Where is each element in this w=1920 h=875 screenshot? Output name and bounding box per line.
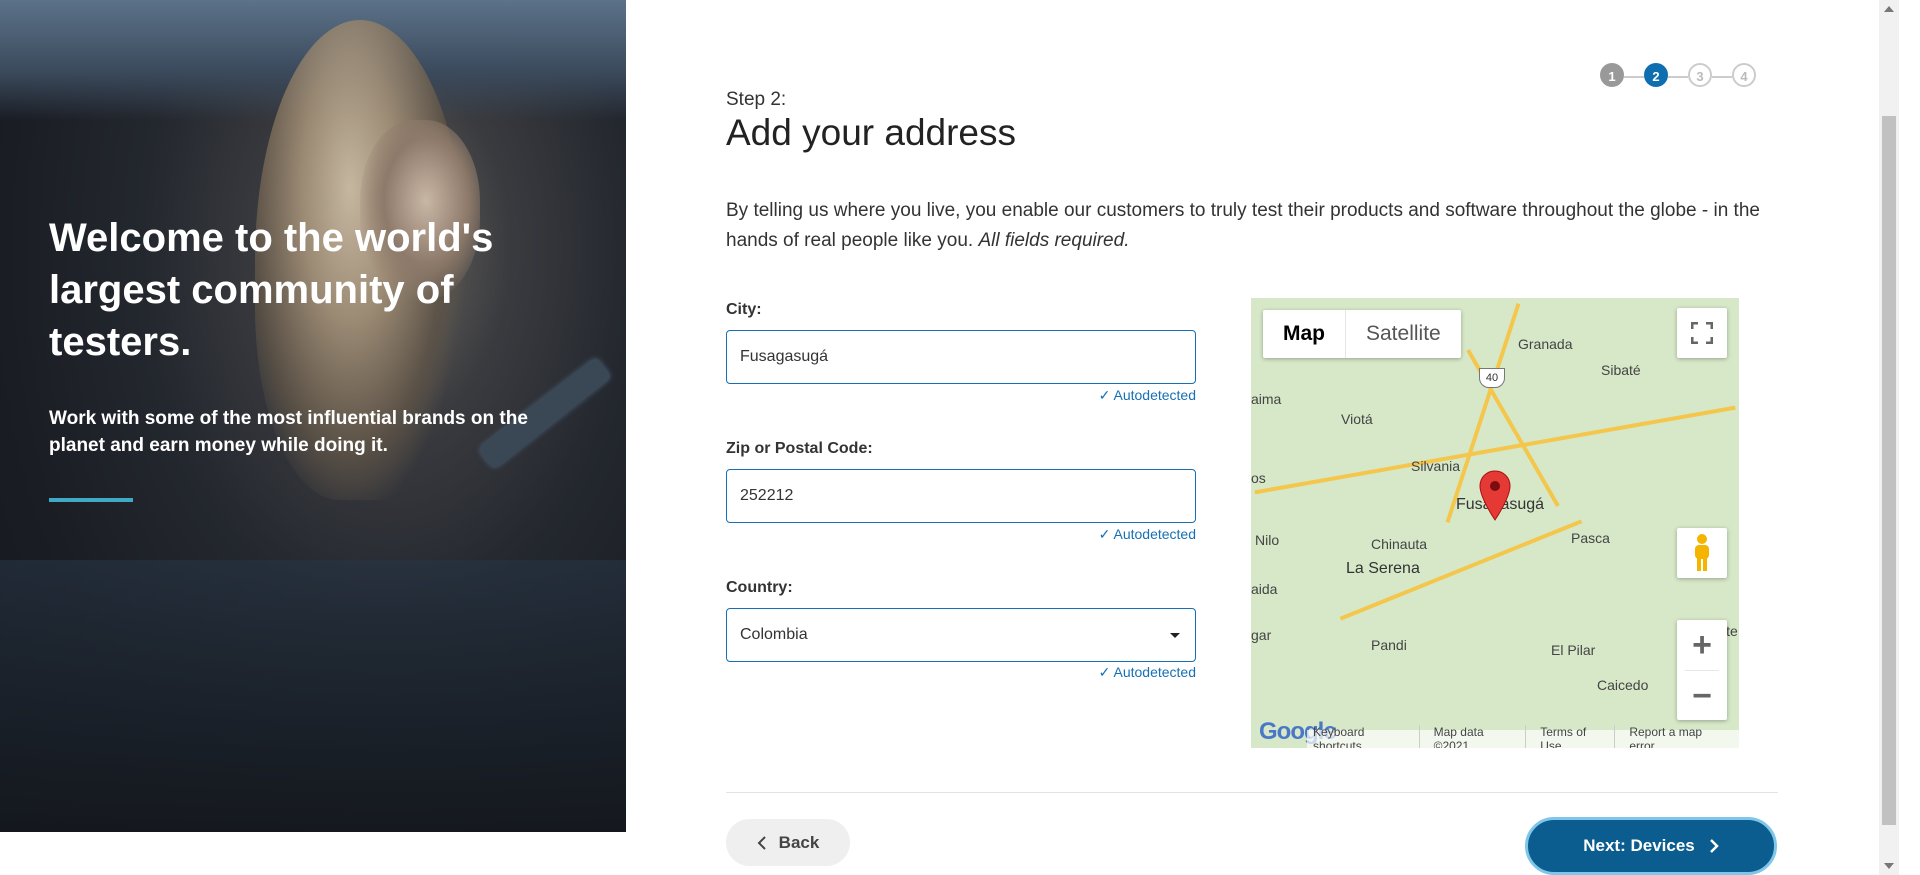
intro-body: By telling us where you live, you enable… (726, 200, 1760, 251)
zip-autodetected: ✓ Autodetected (1098, 526, 1196, 542)
map-type-satellite-button[interactable]: Satellite (1346, 310, 1461, 358)
stepper-connector (1624, 76, 1644, 78)
map-place: La Serena (1346, 560, 1420, 577)
map-place: Chinauta (1371, 536, 1428, 552)
stepper-connector (1668, 76, 1688, 78)
intro-required-note: All fields required. (978, 230, 1130, 251)
map-place: Pandi (1371, 637, 1407, 653)
map-place: Viotá (1341, 411, 1373, 427)
map-place: Caicedo (1597, 677, 1649, 693)
map-place: Nilo (1255, 532, 1280, 548)
city-label: City: (726, 301, 762, 318)
map-place: gar (1251, 627, 1272, 643)
footer-divider (726, 792, 1778, 793)
country-value: Colombia (740, 626, 808, 643)
hero-title: Welcome to the world's largest community… (49, 216, 494, 364)
next-devices-button[interactable]: Next: Devices (1525, 817, 1777, 875)
report-map-error-link[interactable]: Report a map error (1623, 725, 1733, 748)
map-place: Pasca (1571, 530, 1610, 546)
map-place: Silvania (1411, 458, 1461, 474)
step-3: 3 (1688, 63, 1712, 87)
chevron-right-icon (1709, 839, 1719, 853)
map-type-control: Map Satellite (1263, 310, 1461, 358)
zip-label: Zip or Postal Code: (726, 440, 873, 457)
street-view-button[interactable] (1677, 528, 1727, 578)
location-map[interactable]: Granada Sibaté Viotá Silvania Fusagasugá… (1251, 298, 1739, 748)
step-2: 2 (1644, 63, 1668, 87)
map-attribution: Keyboard shortcuts Map data ©2021 Terms … (1307, 725, 1739, 748)
hero-subtitle: Work with some of the most influential b… (49, 408, 528, 456)
map-place: Sibaté (1601, 362, 1641, 378)
chevron-down-icon (1170, 632, 1180, 638)
scrollbar-thumb[interactable] (1882, 116, 1896, 825)
zoom-control: + − (1677, 620, 1727, 720)
fullscreen-button[interactable] (1677, 308, 1727, 358)
city-input[interactable] (726, 330, 1196, 384)
step-1: 1 (1600, 63, 1624, 87)
page-title: Add your address (726, 112, 1017, 153)
step-4: 4 (1732, 63, 1756, 87)
city-autodetected: ✓ Autodetected (1098, 387, 1196, 403)
map-place: aima (1251, 391, 1282, 407)
map-type-map-button[interactable]: Map (1263, 310, 1346, 358)
hero-panel: Welcome to the world's largest community… (0, 0, 626, 832)
highway-shield-icon: 40 (1479, 368, 1505, 388)
map-place: El Pilar (1551, 642, 1596, 658)
country-select[interactable]: Colombia (726, 608, 1196, 662)
progress-stepper: 1 2 3 4 (1600, 63, 1764, 91)
scroll-up-arrow-icon[interactable] (1884, 6, 1894, 12)
hero-water-image (0, 560, 626, 832)
pegman-icon (1695, 534, 1709, 571)
map-marker-icon[interactable] (1479, 470, 1511, 522)
map-place: Granada (1518, 336, 1573, 352)
stepper-connector (1712, 76, 1732, 78)
map-data-text: Map data ©2021 (1428, 725, 1527, 748)
page-scrollbar[interactable] (1879, 0, 1899, 875)
keyboard-shortcuts-link[interactable]: Keyboard shortcuts (1307, 725, 1420, 748)
map-place: os (1251, 470, 1266, 486)
back-button-label: Back (778, 832, 820, 852)
map-place: aida (1251, 581, 1278, 597)
scroll-down-arrow-icon[interactable] (1884, 863, 1894, 869)
country-autodetected: ✓ Autodetected (1098, 664, 1196, 680)
step-label: Step 2: (726, 89, 787, 110)
country-label: Country: (726, 579, 793, 596)
zip-input[interactable] (726, 469, 1196, 523)
intro-text: By telling us where you live, you enable… (726, 196, 1766, 256)
terms-of-use-link[interactable]: Terms of Use (1534, 725, 1616, 748)
back-button[interactable]: Back (726, 819, 850, 866)
next-button-label: Next: Devices (1583, 836, 1695, 855)
fullscreen-icon (1691, 322, 1713, 344)
zoom-out-button[interactable]: − (1677, 671, 1727, 721)
chevron-left-icon (757, 835, 766, 850)
zoom-in-button[interactable]: + (1677, 620, 1727, 670)
hero-accent-line (49, 498, 133, 502)
